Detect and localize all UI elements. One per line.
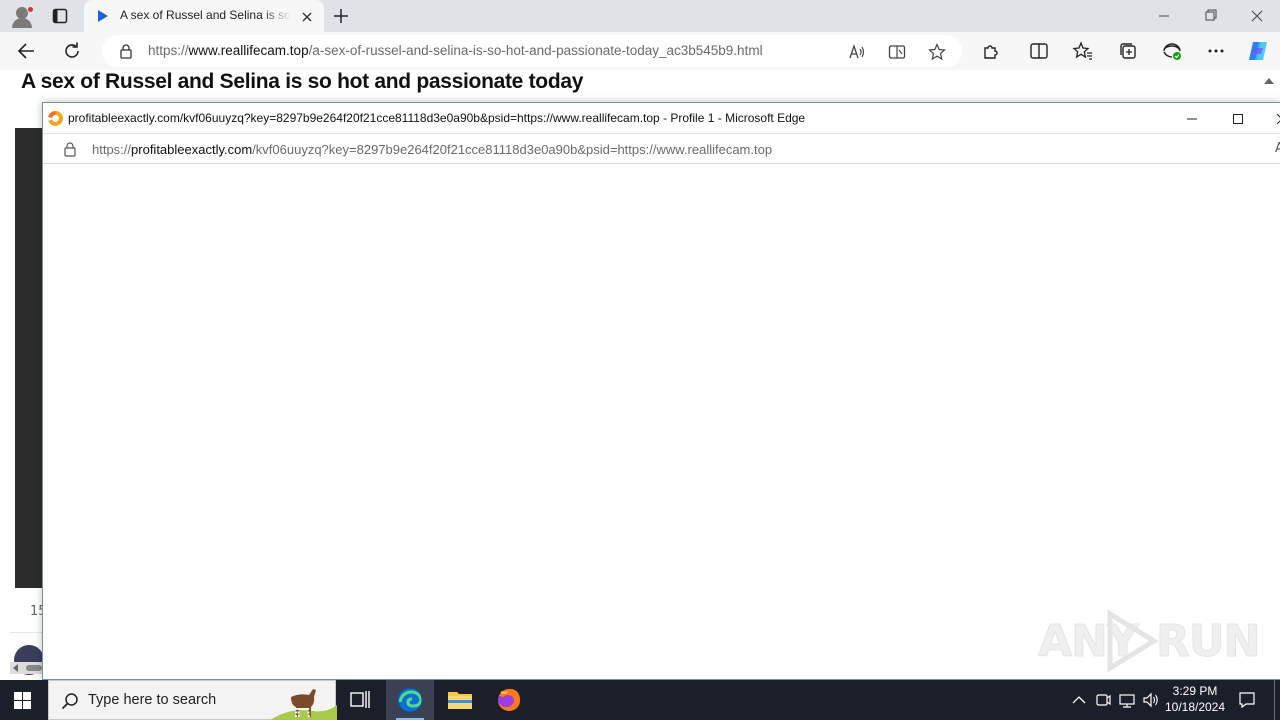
tray-chevron-up-icon[interactable] xyxy=(1070,690,1088,710)
tab-active[interactable]: A sex of Russel and Selina is so hot and… xyxy=(84,0,324,32)
lock-icon[interactable] xyxy=(118,43,134,59)
taskbar-search-box[interactable]: Type here to search xyxy=(48,680,337,720)
popup-window-title: profitableexactly.com/kvf06uuyzq?key=829… xyxy=(68,111,806,125)
taskbar-clock[interactable]: 3:29 PM 10/18/2024 xyxy=(1160,683,1230,715)
refresh-icon[interactable] xyxy=(61,40,83,62)
split-screen-icon[interactable] xyxy=(1028,40,1050,62)
favorite-star-icon[interactable] xyxy=(928,43,946,61)
horizontal-scrollbar[interactable] xyxy=(10,662,44,674)
scrollbar-thumb[interactable] xyxy=(26,665,42,671)
taskbar: Type here to search 3:29 PM 10/18/2024 xyxy=(0,680,1280,720)
clock-date: 10/18/2024 xyxy=(1164,700,1226,714)
browser-essentials-icon[interactable] xyxy=(1161,40,1183,62)
site-play-icon xyxy=(98,10,108,22)
task-view-icon[interactable] xyxy=(336,680,384,720)
profile-avatar-icon[interactable] xyxy=(10,4,34,28)
popup-minimize-icon[interactable] xyxy=(1182,109,1202,129)
browser-toolbar: https://www.reallifecam.top/a-sex-of-rus… xyxy=(0,32,1280,70)
popup-read-aloud-icon[interactable]: A xyxy=(1275,141,1280,156)
scroll-up-arrow-icon[interactable] xyxy=(1264,78,1274,84)
taskbar-file-explorer-icon[interactable] xyxy=(436,680,484,720)
address-url[interactable]: https://www.reallifecam.top/a-sex-of-rus… xyxy=(148,43,763,58)
close-tab-icon[interactable] xyxy=(300,9,314,23)
taskbar-edge-icon[interactable] xyxy=(386,680,434,720)
tray-network-icon[interactable] xyxy=(1118,690,1136,710)
show-desktop-button[interactable] xyxy=(1274,680,1275,720)
settings-more-icon[interactable] xyxy=(1205,40,1227,62)
play-triangle-icon xyxy=(1107,610,1158,672)
search-placeholder: Type here to search xyxy=(88,692,217,708)
popup-window: profitableexactly.com/kvf06uuyzq?key=829… xyxy=(42,102,1280,680)
video-player[interactable] xyxy=(15,128,45,588)
notification-center-icon[interactable] xyxy=(1238,691,1256,709)
anyrun-watermark: ANY RUN xyxy=(1038,608,1261,672)
new-tab-icon[interactable] xyxy=(332,7,350,25)
scroll-left-arrow-icon[interactable] xyxy=(13,664,18,672)
read-aloud-icon[interactable] xyxy=(848,43,866,61)
popup-address-bar[interactable]: https://profitableexactly.com/kvf06uuyzq… xyxy=(43,134,1280,164)
tab-strip: A sex of Russel and Selina is so hot and… xyxy=(0,0,1280,32)
favorites-icon[interactable] xyxy=(1072,40,1094,62)
copilot-icon[interactable] xyxy=(1246,40,1268,62)
tray-volume-icon[interactable] xyxy=(1142,690,1160,710)
tab-actions-icon[interactable] xyxy=(52,8,68,24)
windows-start-icon[interactable] xyxy=(14,692,32,709)
popup-title-bar: profitableexactly.com/kvf06uuyzq?key=829… xyxy=(43,103,1280,134)
page-title: A sex of Russel and Selina is so hot and… xyxy=(21,70,584,93)
search-icon xyxy=(61,692,79,710)
tray-meet-now-icon[interactable] xyxy=(1094,690,1112,710)
immersive-reader-icon[interactable] xyxy=(888,43,906,61)
popup-address-url[interactable]: https://profitableexactly.com/kvf06uuyzq… xyxy=(92,142,772,157)
clock-time: 3:29 PM xyxy=(1172,684,1218,698)
tab-title: A sex of Russel and Selina is so hot and… xyxy=(120,8,292,22)
back-icon[interactable] xyxy=(16,40,38,62)
popup-maximize-icon[interactable] xyxy=(1228,109,1248,129)
popup-close-icon[interactable] xyxy=(1271,109,1280,129)
address-bar[interactable]: https://www.reallifecam.top/a-sex-of-rus… xyxy=(102,35,962,67)
close-window-icon[interactable] xyxy=(1233,0,1279,32)
search-highlight-okapi-icon xyxy=(269,681,337,720)
minimize-icon[interactable] xyxy=(1141,0,1187,32)
restore-icon[interactable] xyxy=(1187,0,1233,32)
extensions-icon[interactable] xyxy=(980,40,1002,62)
collections-icon[interactable] xyxy=(1117,40,1139,62)
popup-lock-icon[interactable] xyxy=(63,141,77,157)
taskbar-firefox-icon[interactable] xyxy=(485,680,533,720)
popup-site-favicon-icon xyxy=(48,111,63,126)
